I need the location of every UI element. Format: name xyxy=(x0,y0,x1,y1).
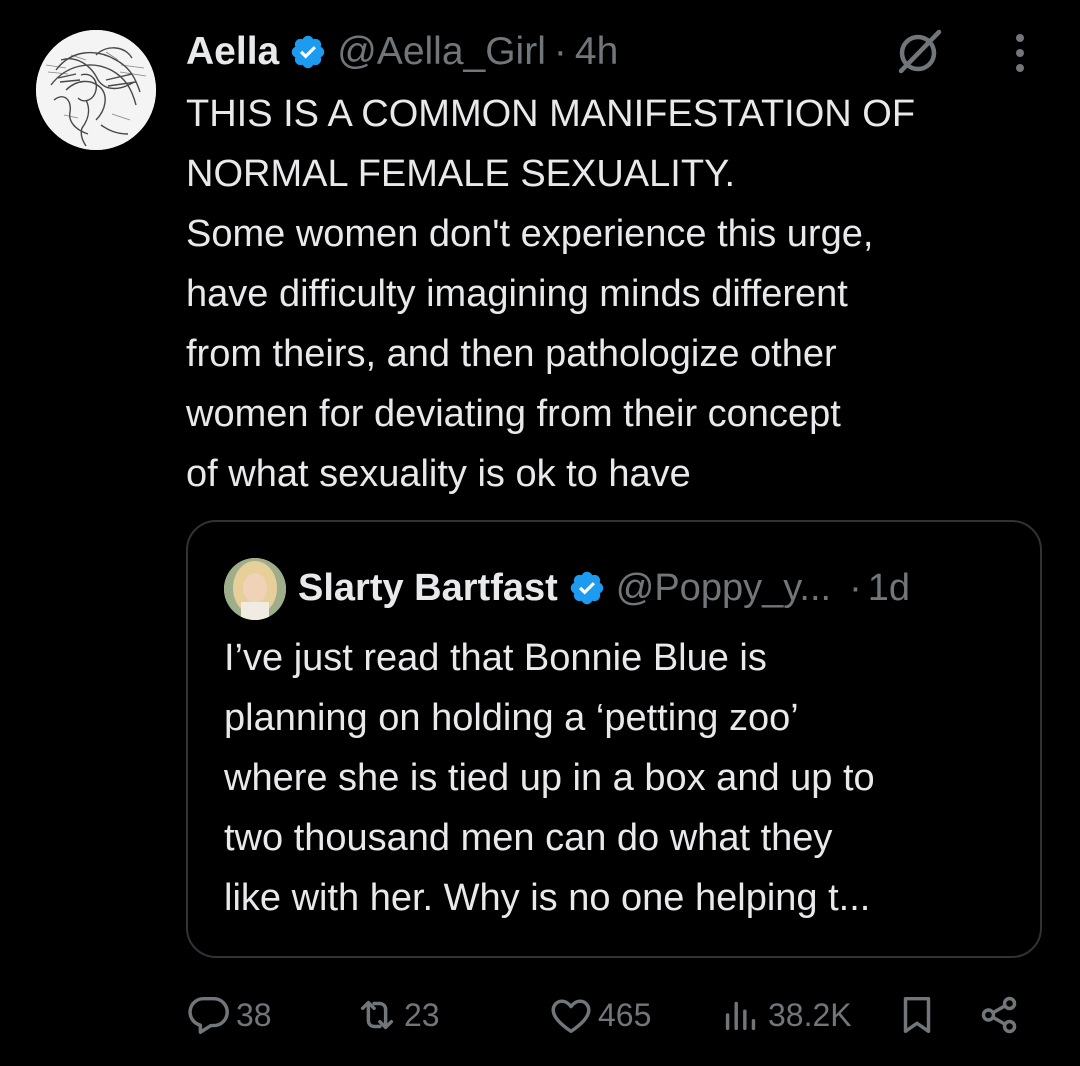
repost-button[interactable]: 23 xyxy=(354,988,440,1042)
like-button[interactable]: 465 xyxy=(548,988,651,1042)
quote-timestamp[interactable]: 1d xyxy=(868,567,910,610)
tweet-text-line: THIS IS A COMMON MANIFESTATION OF xyxy=(186,93,916,135)
reply-button[interactable]: 38 xyxy=(186,988,272,1042)
reply-icon xyxy=(188,996,229,1034)
tweet-text-line: have difficulty imagining minds differen… xyxy=(186,273,848,315)
quote-author-handle[interactable]: @Poppy_y... xyxy=(616,567,831,610)
tweet-text: THIS IS A COMMON MANIFESTATION OF NORMAL… xyxy=(186,84,1056,504)
quote-author-name[interactable]: Slarty Bartfast xyxy=(298,567,558,610)
tweet-text-line: NORMAL FEMALE SEXUALITY. xyxy=(186,153,736,195)
tweet-text-line: of what sexuality is ok to have xyxy=(186,453,691,495)
share-icon xyxy=(981,996,1017,1034)
share-button[interactable] xyxy=(976,988,1022,1042)
reply-count: 38 xyxy=(236,996,272,1033)
views-count: 38.2K xyxy=(768,996,852,1033)
verified-badge-icon xyxy=(568,569,606,607)
tweet-text-line: from theirs, and then pathologize other xyxy=(186,333,837,375)
tweet-timestamp[interactable]: 4h xyxy=(575,30,618,74)
repost-count: 23 xyxy=(404,996,440,1033)
quote-author-avatar[interactable] xyxy=(224,558,286,620)
quote-text-line: where she is tied up in a box and up to xyxy=(224,757,875,799)
bookmark-icon xyxy=(903,996,931,1034)
bookmark-button[interactable] xyxy=(894,988,940,1042)
quote-text-line: like with her. Why is no one helping t..… xyxy=(224,877,871,919)
author-handle[interactable]: @Aella_Girl xyxy=(337,30,546,74)
quote-text-line: I’ve just read that Bonnie Blue is xyxy=(224,637,767,679)
more-vertical-icon[interactable] xyxy=(1002,30,1038,76)
separator-dot: · xyxy=(849,566,862,609)
repost-icon xyxy=(360,1000,394,1030)
views-icon xyxy=(725,1001,756,1031)
quote-header: Slarty Bartfast @Poppy_y... · 1d xyxy=(298,560,910,616)
separator-dot: · xyxy=(553,30,567,73)
tweet-header: Aella @Aella_Girl · 4h xyxy=(186,24,618,80)
verified-badge-icon xyxy=(289,33,327,71)
like-icon xyxy=(551,999,591,1034)
author-name[interactable]: Aella xyxy=(186,30,279,74)
quote-text-line: planning on holding a ‘petting zoo’ xyxy=(224,697,799,739)
quote-text-line: two thousand men can do what they xyxy=(224,817,833,859)
tweet-text-line: women for deviating from their concept xyxy=(186,393,841,435)
like-count: 465 xyxy=(598,996,652,1033)
sketch-portrait-avatar xyxy=(36,30,156,150)
views-button[interactable]: 38.2K xyxy=(718,988,852,1042)
portrait-avatar xyxy=(224,558,286,620)
tweet[interactable]: Aella @Aella_Girl · 4h THIS IS A COMMON … xyxy=(0,0,1080,1066)
action-bar: 38 23 465 38.2K xyxy=(186,988,1036,1042)
tweet-text-line: Some women don't experience this urge, xyxy=(186,213,874,255)
quoted-tweet[interactable]: Slarty Bartfast @Poppy_y... · 1d I’ve ju… xyxy=(186,520,1042,958)
author-avatar[interactable] xyxy=(36,30,156,150)
quote-text: I’ve just read that Bonnie Blue is plann… xyxy=(224,628,1024,928)
grok-slash-icon[interactable] xyxy=(893,24,947,78)
